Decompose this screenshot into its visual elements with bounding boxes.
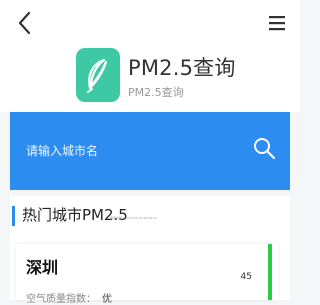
aqi-level: 优 (102, 294, 112, 305)
city-card[interactable]: 深圳 空气质量指数： 优 45 (16, 244, 278, 305)
section-accent-bar (12, 206, 15, 226)
pm25-value: 45 (240, 272, 252, 282)
search-input[interactable]: 请输入城市名 (26, 142, 98, 159)
app-header: PM2.5查询 PM2.5查询 (0, 46, 300, 112)
search-icon[interactable] (252, 136, 276, 160)
page-subtitle: PM2.5查询 (128, 86, 184, 99)
update-time: 更新时间：2025-04-29 06:54:12 (110, 216, 157, 220)
chevron-left-icon (18, 11, 31, 35)
hamburger-icon (269, 16, 285, 31)
menu-button[interactable] (268, 14, 286, 32)
city-name: 深圳 (26, 258, 59, 277)
level-indicator-bar (268, 244, 272, 300)
feather-icon (87, 58, 108, 93)
app-logo (76, 48, 120, 102)
back-button[interactable] (14, 10, 36, 36)
search-panel: 请输入城市名 (10, 112, 290, 190)
hot-cities-section: 热门城市PM2.5 更新时间：2025-04-29 06:54:12 深圳 空气… (10, 196, 290, 305)
aqi-label: 空气质量指数： (26, 294, 96, 305)
section-title: 热门城市PM2.5 (22, 206, 128, 224)
top-bar (0, 0, 300, 46)
page-title: PM2.5查询 (128, 56, 236, 80)
